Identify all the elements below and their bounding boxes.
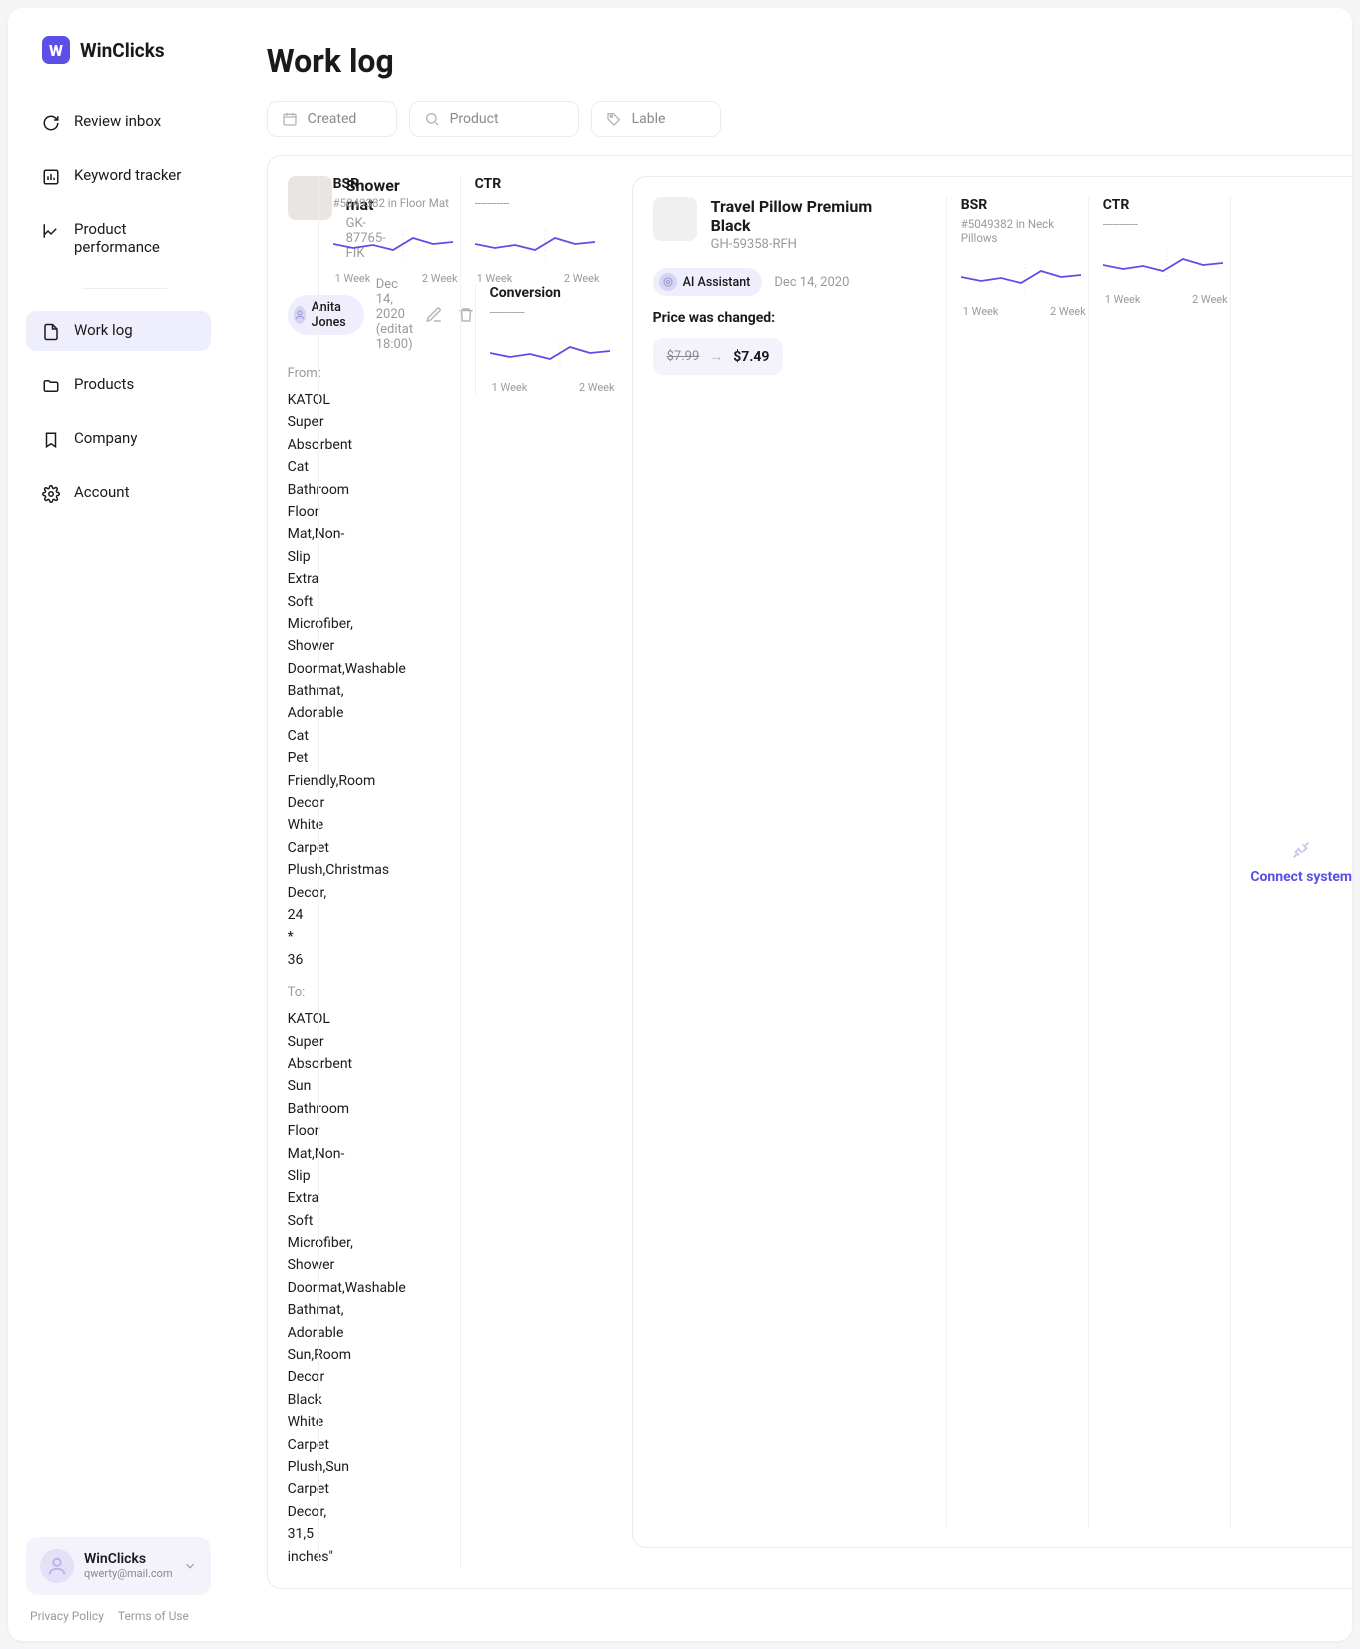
- axis-label: 2 Week: [1050, 305, 1086, 318]
- trend-icon: [42, 222, 60, 240]
- connect-label: Connect system: [1250, 869, 1352, 885]
- axis-label: 1 Week: [477, 272, 513, 285]
- log-entry: Shower mat GK-87765-FIK Anita Jones Dec …: [267, 155, 1352, 1589]
- page-title: Work log: [267, 42, 394, 80]
- sparkline-chart: [1103, 251, 1223, 281]
- product-thumbnail: [653, 197, 697, 241]
- sparkline-chart: [961, 263, 1081, 293]
- author-chip: AI Assistant: [653, 268, 763, 296]
- filter-label[interactable]: Lable: [591, 101, 721, 137]
- metric-title: CTR: [1103, 197, 1230, 213]
- price-change-pill: $7.99 → $7.49: [653, 338, 784, 375]
- sparkline-chart: [333, 230, 453, 260]
- search-icon: [424, 111, 440, 127]
- app-name: WinClicks: [80, 39, 165, 62]
- sidebar-item-label: Product performance: [74, 220, 195, 256]
- sidebar-item-label: Work log: [74, 321, 133, 339]
- metric-sub: #5049382 in Floor Mat: [333, 196, 460, 212]
- metric-sub: -----------: [1103, 217, 1230, 233]
- sidebar-item-review-inbox[interactable]: Review inbox: [26, 102, 211, 142]
- entry-timestamp: Dec 14, 2020: [774, 275, 849, 290]
- calendar-icon: [282, 111, 298, 127]
- sparkline-chart: [490, 339, 610, 369]
- metric-bsr: BSR #5049382 in Floor Mat 1 Week 2 Week: [318, 176, 460, 1568]
- profile-email: qwerty@mail.com: [84, 1567, 173, 1580]
- ai-icon: [659, 273, 677, 291]
- sidebar-item-products[interactable]: Products: [26, 365, 211, 405]
- sparkline-chart: [475, 230, 595, 260]
- sidebar-item-label: Products: [74, 375, 134, 393]
- filter-created[interactable]: Created: [267, 101, 397, 137]
- metric-title: Conversion: [490, 285, 617, 301]
- metric-title: BSR: [961, 197, 1088, 213]
- metric-title: BSR: [333, 176, 460, 192]
- filter-product-label: Product: [450, 111, 499, 127]
- metric-title: CTR: [475, 176, 602, 192]
- filter-product[interactable]: Product: [409, 101, 579, 137]
- axis-label: 1 Week: [963, 305, 999, 318]
- main-content: Work log Select Charts Note Created Prod…: [229, 8, 1352, 1641]
- metric-conversion: Conversion ----------- 1 Week 2 Week: [475, 285, 617, 394]
- sidebar: W WinClicks Review inbox Keyword tracker…: [8, 8, 229, 1641]
- gear-icon: [42, 485, 60, 503]
- change-title: Price was changed:: [653, 310, 916, 326]
- privacy-link[interactable]: Privacy Policy: [30, 1609, 104, 1623]
- price-new: $7.49: [733, 349, 769, 365]
- axis-label: 1 Week: [335, 272, 371, 285]
- plug-icon: [1290, 839, 1312, 861]
- avatar: [40, 1549, 74, 1583]
- tag-icon: [606, 111, 622, 127]
- logo: W WinClicks: [26, 36, 211, 64]
- sidebar-item-keyword-tracker[interactable]: Keyword tracker: [26, 156, 211, 196]
- profile-card[interactable]: WinClicks qwerty@mail.com: [26, 1537, 211, 1595]
- axis-label: 2 Week: [422, 272, 458, 285]
- folder-icon: [42, 377, 60, 395]
- product-title: Travel Pillow Premium Black: [711, 197, 916, 235]
- metric-ctr: CTR ----------- 1 Week 2 Week: [1088, 197, 1230, 1527]
- sidebar-item-account[interactable]: Account: [26, 473, 211, 513]
- axis-label: 1 Week: [1105, 293, 1141, 306]
- chart-bar-icon: [42, 168, 60, 186]
- bookmark-icon: [42, 431, 60, 449]
- axis-label: 2 Week: [579, 381, 615, 394]
- document-icon: [42, 323, 60, 341]
- arrow-right-icon: →: [709, 348, 723, 365]
- sidebar-item-label: Company: [74, 429, 137, 447]
- metric-bsr: BSR #5049382 in Neck Pillows 1 Week 2 Wee…: [946, 197, 1088, 1527]
- logo-badge-icon: W: [42, 36, 70, 64]
- metric-sub: #5049382 in Neck Pillows: [961, 217, 1088, 245]
- chevron-down-icon: [183, 1559, 197, 1573]
- price-old: $7.99: [667, 349, 700, 364]
- log-entry: Travel Pillow Premium Black GH-59358-RFH…: [632, 176, 1352, 1548]
- connect-system-button[interactable]: Connect system: [1230, 197, 1352, 1527]
- sidebar-divider: [82, 288, 167, 289]
- metric-sub: -----------: [490, 305, 617, 321]
- axis-label: 2 Week: [564, 272, 600, 285]
- metric-ctr: CTR ----------- 1 Week2 Week Conversion …: [460, 176, 602, 1568]
- metric-sub: -----------: [475, 196, 602, 212]
- sidebar-item-company[interactable]: Company: [26, 419, 211, 459]
- terms-link[interactable]: Terms of Use: [118, 1609, 189, 1623]
- sidebar-item-label: Keyword tracker: [74, 166, 181, 184]
- sidebar-item-label: Account: [74, 483, 130, 501]
- axis-label: 2 Week: [1192, 293, 1228, 306]
- author-name: AI Assistant: [683, 275, 751, 290]
- sidebar-item-label: Review inbox: [74, 112, 161, 130]
- refresh-icon: [42, 114, 60, 132]
- filter-created-label: Created: [308, 111, 357, 127]
- user-icon: [294, 306, 306, 324]
- filter-label-label: Lable: [632, 111, 666, 127]
- sidebar-item-product-performance[interactable]: Product performance: [26, 210, 211, 266]
- product-sku: GH-59358-RFH: [711, 237, 916, 252]
- legal-links: Privacy Policy Terms of Use: [26, 1609, 211, 1623]
- axis-label: 1 Week: [492, 381, 528, 394]
- sidebar-item-work-log[interactable]: Work log: [26, 311, 211, 351]
- profile-name: WinClicks: [84, 1551, 173, 1567]
